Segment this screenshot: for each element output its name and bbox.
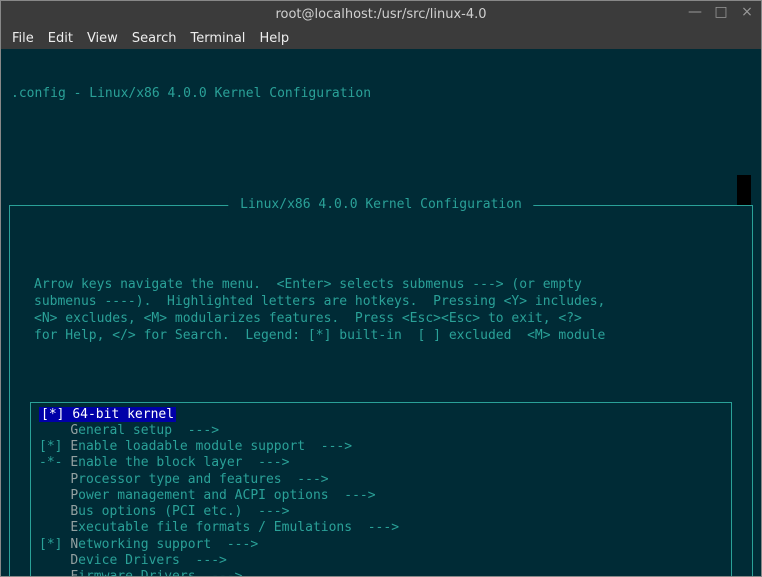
config-header: .config - Linux/x86 4.0.0 Kernel Configu… bbox=[7, 86, 755, 106]
menu-help[interactable]: Help bbox=[254, 31, 294, 46]
main-panel: Linux/x86 4.0.0 Kernel Configuration Arr… bbox=[9, 205, 753, 576]
menu-item[interactable]: General setup ---> bbox=[39, 423, 723, 439]
menu-item[interactable]: -*- Enable the block layer ---> bbox=[39, 455, 723, 471]
panel-title: Linux/x86 4.0.0 Kernel Configuration bbox=[228, 197, 533, 213]
menu-item[interactable]: Device Drivers ---> bbox=[39, 553, 723, 569]
maximize-button[interactable]: □ bbox=[713, 4, 729, 20]
menu-terminal[interactable]: Terminal bbox=[185, 31, 250, 46]
minimize-button[interactable]: — bbox=[687, 4, 703, 20]
menu-item[interactable]: Power management and ACPI options ---> bbox=[39, 488, 723, 504]
menu-item[interactable]: Firmware Drivers ---> bbox=[39, 569, 723, 576]
menu-item[interactable]: Processor type and features ---> bbox=[39, 472, 723, 488]
menu-list: [*] 64-bit kernel General setup --->[*] … bbox=[30, 402, 732, 576]
app-window: root@localhost:/usr/src/linux-4.0 — □ × … bbox=[0, 0, 762, 577]
terminal-area[interactable]: .config - Linux/x86 4.0.0 Kernel Configu… bbox=[1, 49, 761, 576]
menu-search[interactable]: Search bbox=[127, 31, 182, 46]
help-text: Arrow keys navigate the menu. <Enter> se… bbox=[34, 277, 728, 345]
menu-view[interactable]: View bbox=[82, 31, 123, 46]
titlebar: root@localhost:/usr/src/linux-4.0 — □ × bbox=[1, 1, 761, 27]
menu-file[interactable]: File bbox=[7, 31, 39, 46]
menu-item[interactable]: Executable file formats / Emulations ---… bbox=[39, 520, 723, 536]
window-title: root@localhost:/usr/src/linux-4.0 bbox=[275, 7, 486, 22]
menu-item[interactable]: [*] 64-bit kernel bbox=[39, 407, 723, 423]
menubar: File Edit View SearchTerminal Help bbox=[1, 27, 761, 49]
window-controls: — □ × bbox=[687, 4, 755, 20]
menu-item[interactable]: [*] Networking support ---> bbox=[39, 537, 723, 553]
close-button[interactable]: × bbox=[739, 4, 755, 20]
menu-edit[interactable]: Edit bbox=[43, 31, 78, 46]
menu-item[interactable]: [*] Enable loadable module support ---> bbox=[39, 439, 723, 455]
menu-item[interactable]: Bus options (PCI etc.) ---> bbox=[39, 504, 723, 520]
